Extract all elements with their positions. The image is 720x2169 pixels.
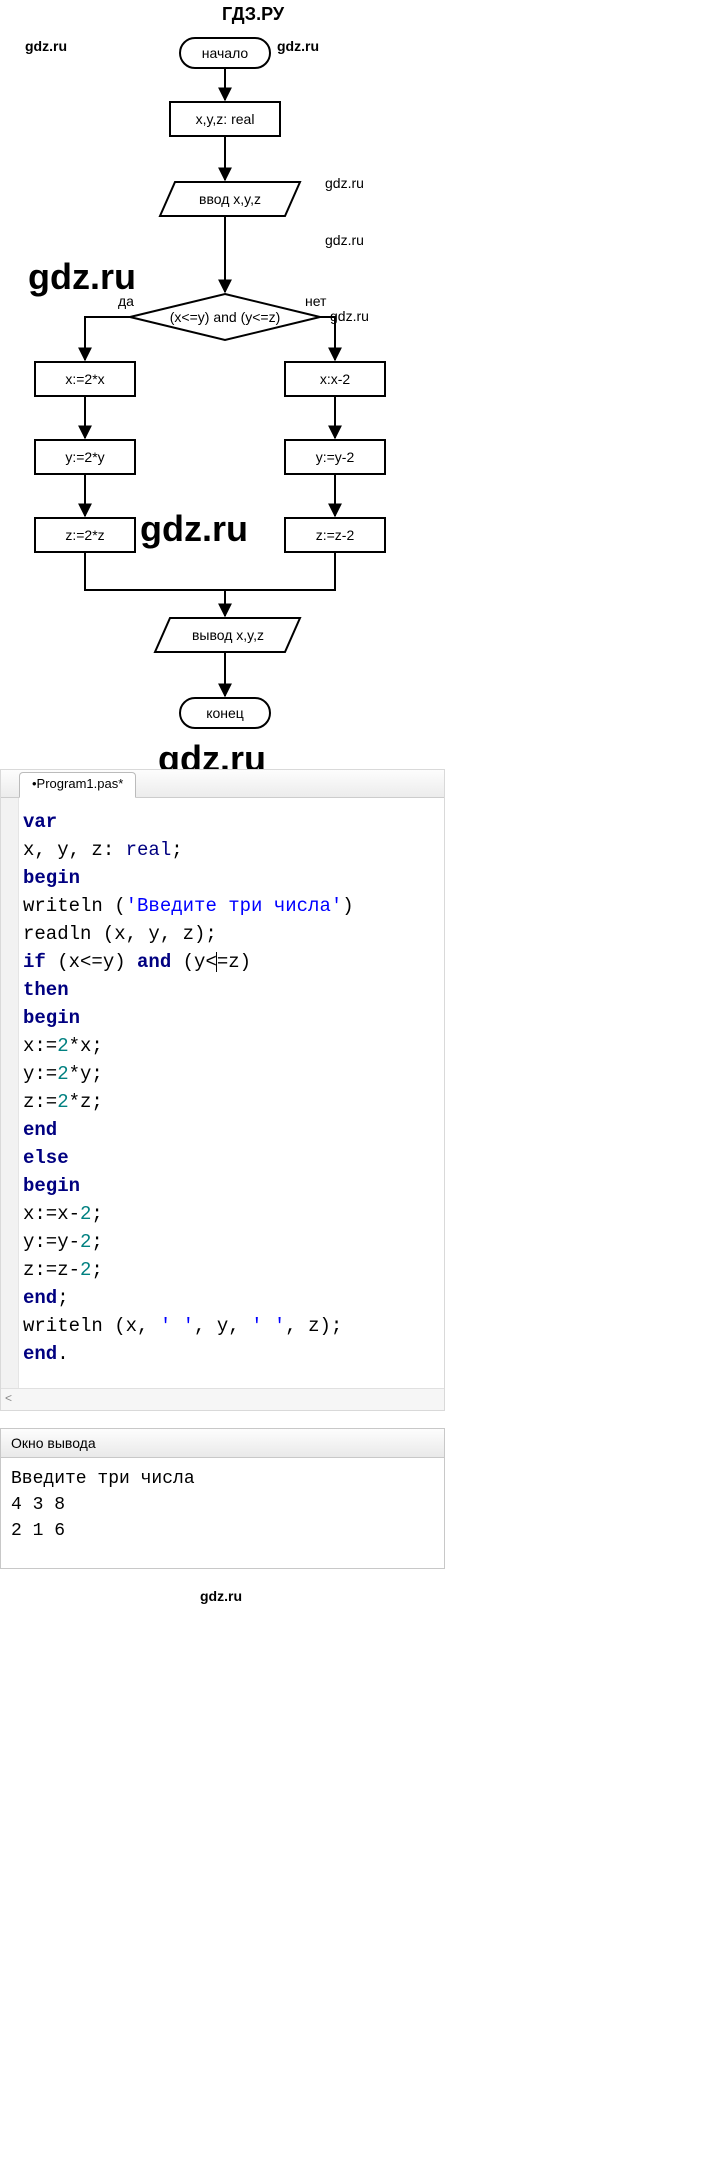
editor-tab[interactable]: •Program1.pas* bbox=[19, 772, 136, 798]
scroll-hint: < bbox=[1, 1388, 444, 1410]
output-body: Введите три числа 4 3 8 2 1 6 bbox=[0, 1458, 445, 1569]
page-header: ГДЗ.РУ bbox=[222, 4, 284, 25]
flow-decl: x,y,z: real bbox=[196, 111, 255, 127]
flow-start: начало bbox=[202, 45, 249, 61]
flow-y2: y:=2*y bbox=[65, 449, 104, 465]
flow-input: ввод x,y,z bbox=[199, 191, 261, 207]
flow-output: вывод x,y,z bbox=[192, 627, 264, 643]
output-title: Окно вывода bbox=[0, 1428, 445, 1458]
flow-n3: z:=z-2 bbox=[316, 527, 355, 543]
flow-y3: z:=2*z bbox=[65, 527, 104, 543]
editor-gutter bbox=[1, 798, 19, 1388]
flow-end: конец bbox=[206, 705, 244, 721]
flow-n2: y:=y-2 bbox=[316, 449, 355, 465]
flowchart: начало x,y,z: real ввод x,y,z (x<=y) and… bbox=[0, 30, 440, 750]
watermark: gdz.ru bbox=[200, 1588, 242, 1604]
code-editor: •Program1.pas* var x, y, z: real; begin … bbox=[0, 769, 445, 1411]
editor-tab-bar: •Program1.pas* bbox=[1, 770, 444, 798]
code-content[interactable]: var x, y, z: real; begin writeln ('Введи… bbox=[19, 798, 360, 1388]
flow-n1: x:x-2 bbox=[320, 371, 351, 387]
flow-cond: (x<=y) and (y<=z) bbox=[170, 309, 281, 325]
output-window: Окно вывода Введите три числа 4 3 8 2 1 … bbox=[0, 1428, 445, 1569]
flow-no-label: нет bbox=[305, 293, 327, 309]
flow-y1: x:=2*x bbox=[65, 371, 104, 387]
flow-yes-label: да bbox=[118, 293, 134, 309]
